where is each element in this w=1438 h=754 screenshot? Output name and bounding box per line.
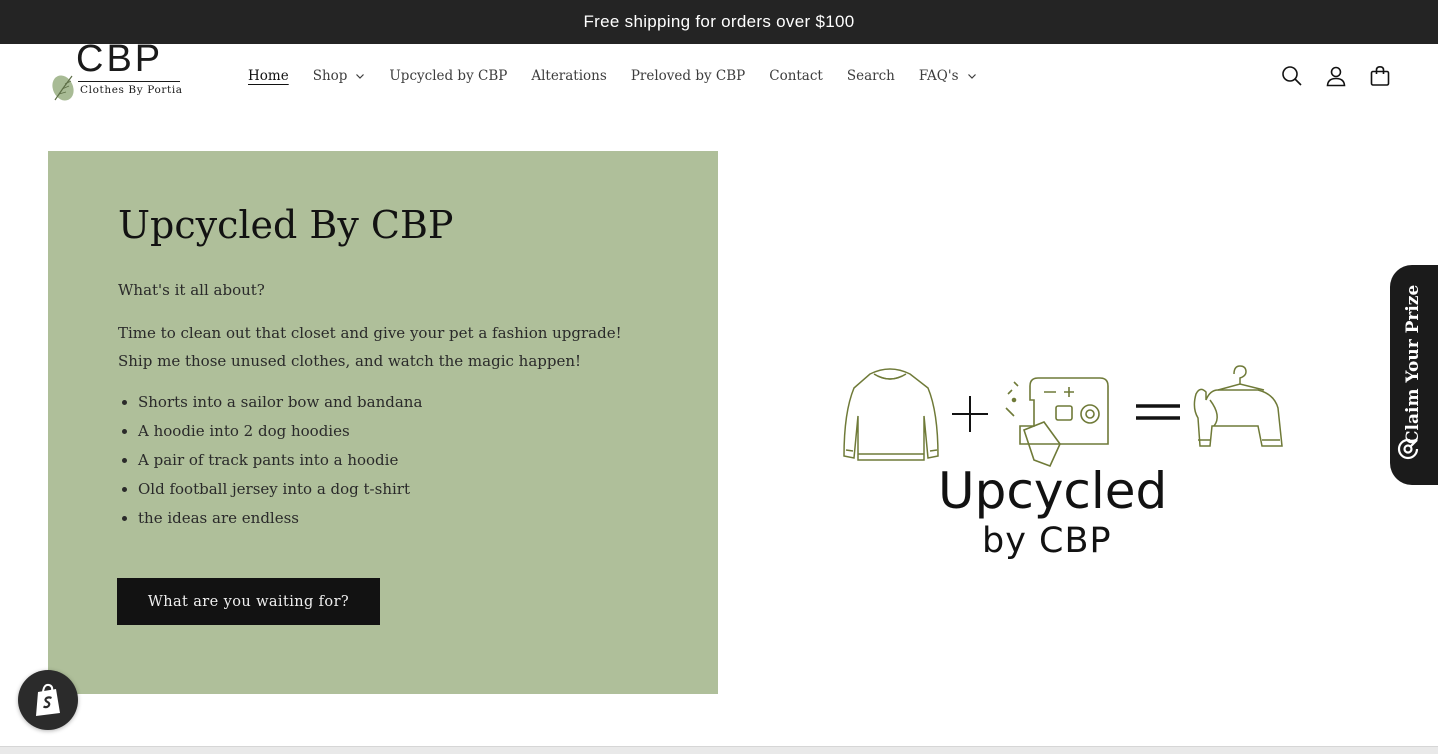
shopify-chat-button[interactable]	[18, 670, 78, 730]
nav-item-preloved[interactable]: Preloved by CBP	[619, 56, 757, 96]
description-line: Time to clean out that closet and give y…	[118, 324, 622, 342]
ideas-list: Shorts into a sailor bow and bandana A h…	[118, 388, 422, 533]
nav-label: Contact	[769, 68, 823, 84]
cta-button[interactable]: What are you waiting for?	[117, 578, 380, 625]
logo-divider	[78, 81, 180, 82]
nav-item-shop[interactable]: Shop	[301, 56, 378, 96]
nav-label: Shop	[312, 68, 348, 84]
prize-icon	[1397, 438, 1419, 460]
list-item: A pair of track pants into a hoodie	[118, 446, 422, 475]
header-actions	[1274, 56, 1398, 96]
chevron-down-icon	[356, 74, 365, 79]
sewing-machine-icon	[1005, 377, 1109, 468]
logo-wordmark: CBP	[76, 38, 164, 80]
announcement-bar: Free shipping for orders over $100	[0, 0, 1438, 44]
announcement-text: Free shipping for orders over $100	[583, 12, 855, 31]
nav-item-upcycled[interactable]: Upcycled by CBP	[377, 56, 519, 96]
page-title: Upcycled By CBP	[118, 203, 454, 247]
shopify-bag-icon	[36, 683, 60, 716]
logo-subtitle: Clothes By Portia	[80, 84, 183, 96]
plus-icon	[952, 396, 988, 432]
nav-item-home[interactable]: Home	[236, 56, 301, 96]
cart-icon[interactable]	[1362, 56, 1398, 96]
illustration-word-upcycled: Upcycled	[938, 462, 1168, 520]
search-icon[interactable]	[1274, 56, 1310, 96]
nav-label: Alterations	[531, 68, 607, 84]
upcycled-info-panel: Upcycled By CBP What's it all about? Tim…	[48, 151, 718, 694]
nav-label: FAQ's	[918, 68, 959, 84]
nav-label: Home	[248, 68, 289, 84]
prize-tab-label: Claim Your Prize	[1403, 284, 1423, 444]
claim-prize-tab[interactable]: Claim Your Prize	[1390, 265, 1438, 485]
nav-item-contact[interactable]: Contact	[757, 56, 835, 96]
equals-icon	[1136, 404, 1180, 420]
account-icon[interactable]	[1318, 56, 1354, 96]
nav-item-alterations[interactable]: Alterations	[519, 56, 618, 96]
nav-item-faqs[interactable]: FAQ's	[907, 56, 989, 96]
list-item: the ideas are endless	[118, 504, 422, 533]
dog-hoodie-icon	[1193, 365, 1283, 447]
nav-label: Search	[846, 68, 895, 84]
site-logo[interactable]: CBP Clothes By Portia	[50, 40, 190, 108]
panel-subtitle: What's it all about?	[118, 281, 265, 299]
nav-label: Preloved by CBP	[630, 68, 746, 84]
description-line: Ship me those unused clothes, and watch …	[118, 352, 582, 370]
list-item: Shorts into a sailor bow and bandana	[118, 388, 422, 417]
list-item: Old football jersey into a dog t-shirt	[118, 475, 422, 504]
list-item: A hoodie into 2 dog hoodies	[118, 417, 422, 446]
upcycled-illustration: Upcycled by CBP	[838, 360, 1288, 570]
panel-description: Time to clean out that closet and give y…	[118, 319, 678, 375]
nav-label: Upcycled by CBP	[389, 68, 508, 84]
chevron-down-icon	[967, 74, 976, 79]
sweater-icon	[843, 368, 939, 461]
site-header: CBP Clothes By Portia Home Shop Upcycled…	[0, 40, 1438, 108]
main-nav: Home Shop Upcycled by CBP Alterations Pr…	[236, 44, 989, 108]
bottom-strip	[0, 746, 1438, 754]
nav-item-search[interactable]: Search	[835, 56, 907, 96]
illustration-word-by-cbp: by CBP	[982, 521, 1112, 561]
